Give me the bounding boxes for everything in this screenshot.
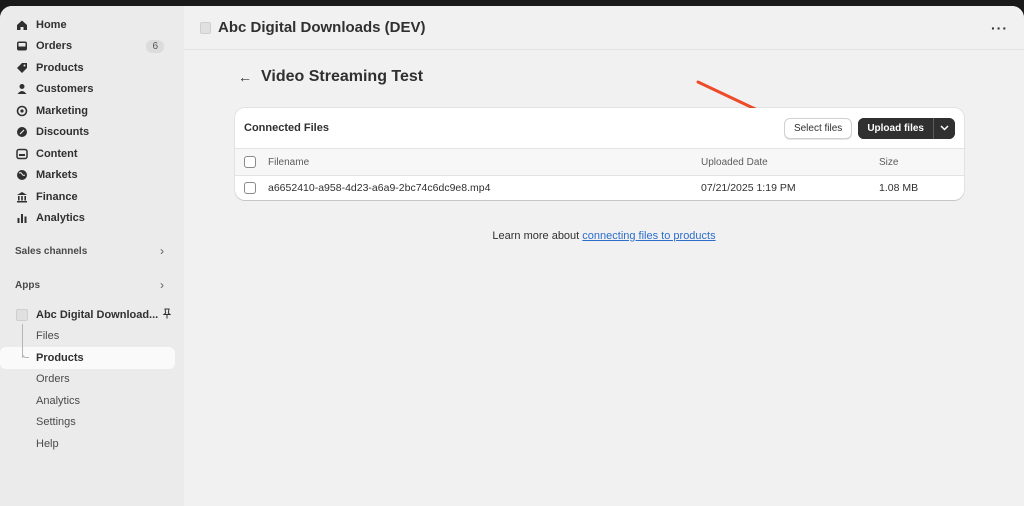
home-icon: [16, 19, 28, 31]
subitem-label: Products: [36, 351, 84, 364]
file-date: 07/21/2025 1:19 PM: [701, 182, 796, 194]
sidebar: Home Orders 6 Products Customers Marketi…: [0, 6, 184, 506]
sidebar-item-label: Analytics: [36, 212, 85, 225]
app-subitem-analytics[interactable]: Analytics: [0, 390, 175, 412]
app-subitem-files[interactable]: Files: [0, 326, 175, 348]
chevron-right-icon: ›: [160, 278, 164, 292]
column-header-filename[interactable]: Filename: [268, 157, 701, 168]
select-files-button[interactable]: Select files: [783, 117, 853, 139]
sidebar-item-discounts[interactable]: Discounts: [0, 122, 176, 144]
apps-section[interactable]: Apps ›: [0, 276, 184, 294]
tree-elbow: [22, 350, 29, 358]
sidebar-item-analytics[interactable]: Analytics: [0, 208, 176, 230]
app-icon: [16, 308, 28, 321]
upload-options-button[interactable]: [933, 117, 955, 139]
inbox-icon: [16, 40, 28, 52]
learn-more-text: Learn more about connecting files to pro…: [184, 230, 1024, 242]
sidebar-item-orders[interactable]: Orders 6: [0, 36, 176, 58]
sidebar-item-label: Orders: [36, 40, 73, 53]
globe-icon: [16, 169, 28, 181]
sidebar-item-label: Customers: [36, 83, 94, 96]
page-header: ← Video Streaming Test: [238, 68, 423, 86]
card-title: Connected Files: [244, 122, 329, 134]
learn-more-prefix: Learn more about: [492, 230, 580, 242]
app-title: Abc Digital Downloads (DEV): [218, 19, 426, 36]
subitem-label: Analytics: [36, 394, 81, 407]
app-subitem-settings[interactable]: Settings: [0, 412, 175, 434]
upload-button-group: Upload files: [858, 117, 955, 139]
app-icon: [200, 21, 211, 34]
section-label: Sales channels: [15, 245, 88, 257]
section-label: Apps: [15, 279, 40, 291]
sidebar-item-home[interactable]: Home: [0, 14, 176, 36]
sidebar-item-products[interactable]: Products: [0, 57, 176, 79]
chart-icon: [16, 212, 28, 224]
sidebar-item-label: Home: [36, 18, 67, 31]
subitem-label: Settings: [36, 416, 76, 429]
select-all-checkbox[interactable]: [244, 156, 256, 168]
sidebar-item-customers[interactable]: Customers: [0, 79, 176, 101]
row-checkbox[interactable]: [244, 182, 256, 194]
connected-files-card: Connected Files Select files Upload file…: [235, 108, 964, 200]
sidebar-item-marketing[interactable]: Marketing: [0, 100, 176, 122]
file-size: 1.08 MB: [879, 182, 919, 194]
subitem-label: Help: [36, 437, 59, 450]
sidebar-item-finance[interactable]: Finance: [0, 186, 176, 208]
orders-count-badge: 6: [146, 39, 164, 53]
tag-icon: [16, 62, 28, 74]
subitem-label: Files: [36, 330, 60, 343]
chevron-right-icon: ›: [160, 244, 164, 258]
bank-icon: [16, 191, 28, 203]
sidebar-item-label: Marketing: [36, 104, 88, 117]
app-header: Abc Digital Downloads (DEV): [184, 6, 1024, 50]
upload-files-button[interactable]: Upload files: [858, 117, 933, 139]
target-icon: [16, 105, 28, 117]
page-title: Video Streaming Test: [261, 68, 424, 85]
learn-more-link[interactable]: connecting files to products: [582, 230, 715, 242]
app-item[interactable]: Abc Digital Download...: [0, 304, 184, 326]
table-row[interactable]: a6652410-a958-4d23-a6a9-2bc74c6dc9e8.mp4…: [235, 176, 964, 200]
content-icon: [16, 148, 28, 160]
sidebar-item-label: Markets: [36, 169, 78, 182]
app-subitem-help[interactable]: Help: [0, 433, 175, 455]
sidebar-item-label: Finance: [36, 190, 78, 203]
app-subitem-orders[interactable]: Orders: [0, 369, 175, 391]
person-icon: [16, 83, 28, 95]
sidebar-item-markets[interactable]: Markets: [0, 165, 176, 187]
main-content: Abc Digital Downloads (DEV) ··· ← Video …: [184, 6, 1024, 506]
pin-icon[interactable]: [162, 308, 172, 322]
subitem-label: Orders: [36, 373, 70, 386]
back-arrow-icon[interactable]: ←: [238, 69, 252, 85]
sidebar-item-label: Content: [36, 147, 78, 160]
file-name: a6652410-a958-4d23-a6a9-2bc74c6dc9e8.mp4: [268, 182, 491, 194]
app-window: Home Orders 6 Products Customers Marketi…: [0, 6, 1024, 506]
app-name: Abc Digital Download...: [36, 308, 159, 321]
more-actions-icon[interactable]: ···: [991, 20, 1008, 36]
sales-channels-section[interactable]: Sales channels ›: [0, 242, 184, 260]
column-header-size[interactable]: Size: [879, 157, 964, 168]
sidebar-item-label: Discounts: [36, 126, 90, 139]
card-header: Connected Files Select files Upload file…: [235, 108, 964, 148]
table-header: Filename Uploaded Date Size: [235, 148, 964, 176]
discount-icon: [16, 126, 28, 138]
sidebar-item-label: Products: [36, 61, 84, 74]
chevron-down-icon: [940, 125, 949, 131]
sidebar-item-content[interactable]: Content: [0, 143, 176, 165]
column-header-date[interactable]: Uploaded Date: [701, 157, 879, 168]
